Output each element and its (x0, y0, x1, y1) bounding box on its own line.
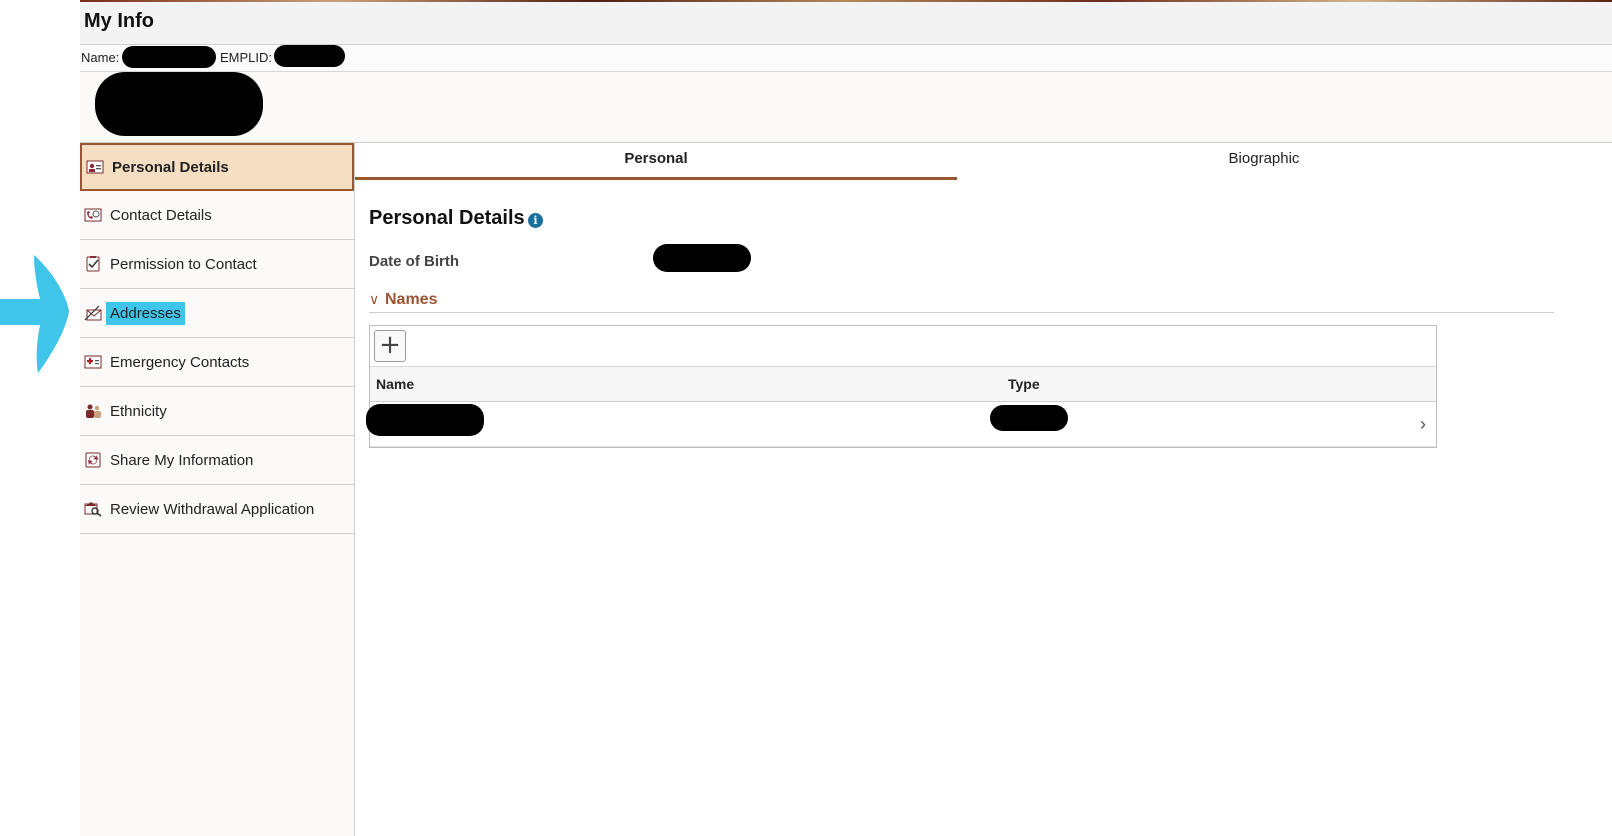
sidebar-item-label: Review Withdrawal Application (110, 500, 315, 518)
names-section-label: Names (385, 291, 438, 308)
addresses-icon (84, 305, 102, 321)
sidebar-item-share-my-information[interactable]: Share My Information (80, 436, 354, 485)
emplid-label: EMPLID: (220, 50, 273, 65)
sidebar: Personal Details Contact Details Permiss… (80, 143, 355, 836)
add-name-button[interactable]: + (374, 330, 406, 362)
sidebar-item-personal-details[interactable]: Personal Details (80, 143, 354, 191)
ethnicity-icon (84, 403, 102, 419)
page-header-title: My Info (84, 10, 154, 32)
sidebar-item-label: Addresses (106, 301, 185, 325)
sidebar-item-ethnicity[interactable]: Ethnicity (80, 387, 354, 436)
sidebar-item-label: Contact Details (110, 206, 212, 224)
grid-toolbar: + (370, 326, 1436, 367)
photo-banner (80, 72, 1612, 143)
redacted-emplid (274, 45, 345, 67)
sidebar-item-label: Personal Details (112, 158, 229, 176)
sidebar-item-permission-to-contact[interactable]: Permission to Contact (80, 240, 354, 289)
redacted-name (122, 46, 216, 68)
id-bar: Name: EMPLID: (80, 45, 1612, 72)
names-grid: + Name Type › (366, 325, 1437, 448)
page-title: Personal Details (369, 207, 525, 229)
grid-header-row: Name Type (370, 367, 1436, 402)
column-header-name: Name (376, 376, 415, 392)
sidebar-item-contact-details[interactable]: Contact Details (80, 191, 354, 240)
page-header: My Info (80, 2, 1612, 45)
contact-details-icon (84, 207, 102, 223)
names-section-toggle[interactable]: ∨ Names (369, 290, 1554, 313)
chevron-right-icon: › (1420, 414, 1426, 434)
sidebar-item-label: Emergency Contacts (110, 353, 250, 371)
sidebar-item-label: Share My Information (110, 451, 254, 469)
review-icon (84, 501, 102, 517)
sidebar-item-label: Ethnicity (110, 402, 167, 420)
info-icon[interactable]: i (528, 213, 543, 228)
chevron-down-icon: ∨ (369, 291, 380, 307)
tab-personal[interactable]: Personal (355, 143, 957, 180)
redacted-date-of-birth (653, 244, 751, 272)
permission-icon (84, 256, 102, 272)
redacted-photo (95, 72, 263, 136)
sidebar-item-review-withdrawal-application[interactable]: Review Withdrawal Application (80, 485, 354, 534)
column-header-type: Type (1008, 376, 1040, 392)
sidebar-item-emergency-contacts[interactable]: Emergency Contacts (80, 338, 354, 387)
date-of-birth-label: Date of Birth (369, 253, 459, 270)
tab-bar: Personal Biographic (355, 143, 1555, 180)
sidebar-item-addresses[interactable]: Addresses (80, 289, 354, 338)
emergency-icon (84, 354, 102, 370)
redacted-name-cell (366, 404, 484, 436)
sidebar-item-label: Permission to Contact (110, 255, 257, 273)
share-icon (84, 452, 102, 468)
name-label: Name: (81, 50, 120, 65)
arrow-annotation-icon (0, 255, 69, 373)
table-row[interactable]: › (366, 402, 1436, 447)
redacted-type-cell (990, 405, 1068, 431)
tab-biographic[interactable]: Biographic (957, 143, 1571, 177)
main-content: Personal Biographic Personal Details i D… (355, 143, 1612, 836)
personal-details-icon (86, 159, 104, 175)
